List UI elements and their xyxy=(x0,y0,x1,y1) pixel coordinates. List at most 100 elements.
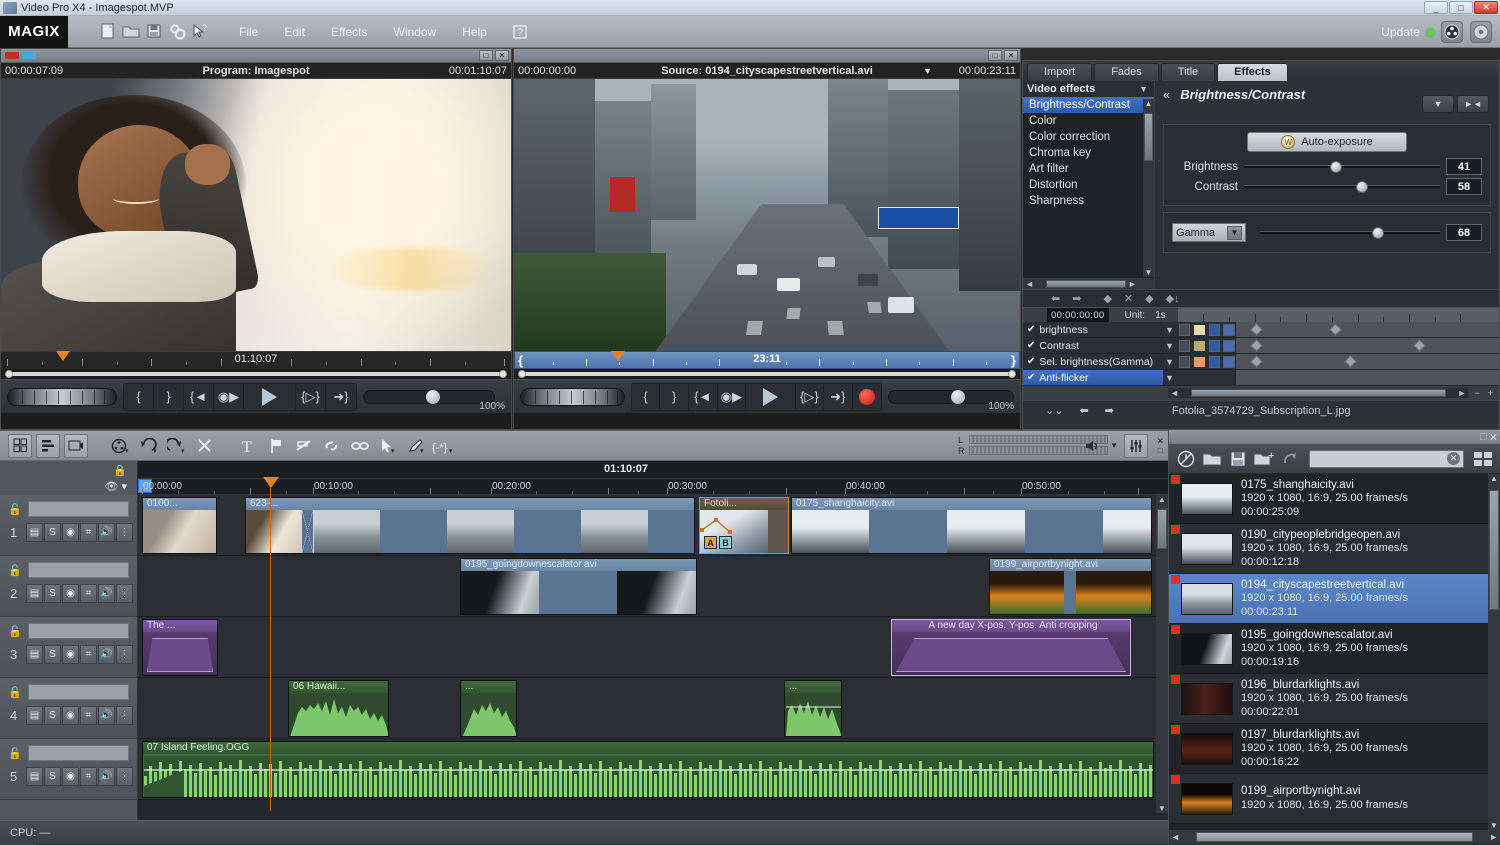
program-loop-button[interactable]: ◉▶ xyxy=(214,384,244,410)
add-keyframe-icon[interactable]: ◆ xyxy=(1103,292,1111,305)
track-header-2[interactable]: 🔓 2 ▤ S ◉ ⌗ 🔊 ⋮ xyxy=(0,556,137,617)
marker-b[interactable]: B xyxy=(719,536,732,549)
speaker-icon[interactable] xyxy=(1080,434,1104,458)
menu-edit[interactable]: Edit xyxy=(281,23,308,41)
source-dropdown-icon[interactable]: ▼ xyxy=(923,66,932,76)
gamma-slider-knob[interactable] xyxy=(1372,227,1384,239)
track-header-1[interactable]: 🔓 1 ▤ S ◉ ⌗ 🔊 ⋮ xyxy=(0,495,137,556)
scroll-right-icon[interactable]: ► xyxy=(1487,832,1500,842)
auto-exposure-button[interactable]: W Auto-exposure xyxy=(1247,132,1407,152)
program-close-button[interactable]: ✕ xyxy=(495,50,509,61)
question-book-icon[interactable]: ? xyxy=(510,22,530,42)
open-folder-icon[interactable] xyxy=(121,22,141,42)
import-icon[interactable] xyxy=(1175,448,1197,470)
save-disk-icon[interactable] xyxy=(144,22,164,42)
chevron-down-icon[interactable]: ▼ xyxy=(1110,441,1118,450)
chevron-double-left-icon[interactable]: « xyxy=(1163,87,1170,102)
keyframe-row-name[interactable]: ✔ Contrast xyxy=(1023,338,1163,353)
storyboard-mode-icon[interactable] xyxy=(8,434,32,458)
timeline-clip[interactable]: 06 Hawaii... xyxy=(288,680,389,737)
effects-list-header[interactable]: Video effects ▼ xyxy=(1023,81,1154,97)
fx-level-icon[interactable]: ⌗ xyxy=(80,767,97,786)
program-scrub-bar[interactable] xyxy=(1,369,511,379)
chevron-down-icon[interactable]: ▼ xyxy=(1163,325,1176,335)
source-scrub-bar[interactable] xyxy=(514,369,1020,379)
source-zoom-level[interactable]: 100% xyxy=(988,401,1014,412)
program-play-button[interactable] xyxy=(244,384,296,410)
effect-item-distortion[interactable]: Distortion xyxy=(1023,177,1154,193)
timeline-clip[interactable]: 0195_goingdownescalator.avi xyxy=(460,558,697,615)
keyframe-curve-icon[interactable] xyxy=(1223,356,1235,368)
next-keyframe-icon[interactable]: ➡ xyxy=(1072,292,1081,305)
checkbox-checked-icon[interactable]: ✔ xyxy=(1027,356,1035,367)
checkbox-checked-icon[interactable]: ✔ xyxy=(1027,340,1035,351)
new-folder-icon[interactable]: + xyxy=(1253,448,1275,470)
scroll-right-icon[interactable]: ► xyxy=(1456,388,1469,398)
gamma-value[interactable]: 68 xyxy=(1446,224,1482,241)
timeline-track-2[interactable]: 0195_goingdownescalator.avi 0199_airport… xyxy=(138,556,1168,617)
fx-level-icon[interactable]: ⌗ xyxy=(80,584,97,603)
track-name-input[interactable] xyxy=(28,684,129,700)
brightness-value[interactable]: 41 xyxy=(1446,158,1482,175)
mute-icon[interactable]: ▤ xyxy=(26,706,43,725)
eye-icon[interactable]: ◉ xyxy=(62,523,79,542)
track-name-input[interactable] xyxy=(28,501,129,517)
media-pool-vscroll-thumb[interactable] xyxy=(1489,490,1499,610)
eye-icon[interactable]: ◉ xyxy=(62,645,79,664)
mute-icon[interactable]: ▤ xyxy=(26,523,43,542)
scroll-up-icon[interactable]: ▲ xyxy=(1156,495,1168,504)
contrast-slider-knob[interactable] xyxy=(1356,181,1368,193)
fx-level-icon[interactable]: ⌗ xyxy=(80,523,97,542)
keyframe-curve-icon[interactable] xyxy=(1223,340,1235,352)
keyframe-row-name[interactable]: ✔ Sel. brightness(Gamma) xyxy=(1023,354,1163,369)
keyframe-hscrollbar[interactable]: ◄ ► xyxy=(1168,388,1468,398)
scroll-down-icon[interactable]: ▼ xyxy=(1488,821,1500,830)
timeline-clip[interactable]: 0199_airportbynight.avi xyxy=(989,558,1152,615)
scroll-left-icon[interactable]: ◄ xyxy=(1168,388,1181,398)
program-jog-wheel[interactable] xyxy=(7,388,117,406)
audio-level-icon[interactable]: ⋮ xyxy=(116,645,133,664)
program-in-point-button[interactable]: { xyxy=(124,384,154,410)
checkbox-checked-icon[interactable]: ✔ xyxy=(1027,372,1035,383)
chevron-down-icon[interactable]: ▼ xyxy=(1163,373,1176,383)
timeline-playhead[interactable] xyxy=(263,477,279,488)
source-out-brace[interactable]: } xyxy=(1011,353,1016,368)
new-document-icon[interactable] xyxy=(98,22,118,42)
source-in-point-button[interactable]: { xyxy=(632,384,661,410)
speaker-icon[interactable]: 🔊 xyxy=(98,645,115,664)
arrow-left-icon[interactable]: ⬅ xyxy=(1079,404,1088,417)
list-item[interactable]: 0197_blurdarklights.avi 1920 x 1080, 16:… xyxy=(1169,724,1488,774)
program-video-view[interactable] xyxy=(1,79,511,351)
audio-level-icon[interactable]: ⋮ xyxy=(116,584,133,603)
source-record-button[interactable] xyxy=(853,384,882,410)
keyframe-color-swatch[interactable] xyxy=(1193,356,1205,368)
effects-list-hscrollbar[interactable]: ◄ ► xyxy=(1023,278,1154,289)
mute-icon[interactable]: ▤ xyxy=(26,767,43,786)
keyframe-lane[interactable] xyxy=(1235,338,1499,353)
source-volume-knob[interactable] xyxy=(951,390,965,404)
effect-item-art-filter[interactable]: Art filter xyxy=(1023,161,1154,177)
edit-tool-icon[interactable]: ▾ xyxy=(404,434,428,458)
disc-burn-icon[interactable] xyxy=(1470,21,1492,43)
keyframe-box-icon[interactable] xyxy=(1179,340,1191,352)
track-lock-icon[interactable]: 🔓 xyxy=(8,564,22,577)
keyframe-row-name[interactable]: ✔ brightness xyxy=(1023,322,1163,337)
chevron-down-icon[interactable]: ▼ xyxy=(1163,357,1176,367)
keyframe-zoom-out-icon[interactable]: − xyxy=(1472,388,1481,398)
fx-level-icon[interactable]: ⌗ xyxy=(80,645,97,664)
maximize-button[interactable]: □ xyxy=(1449,1,1473,14)
program-next-marker-button[interactable]: {▷} xyxy=(296,384,326,410)
close-button[interactable]: ✕ xyxy=(1474,1,1498,14)
audio-level-icon[interactable]: ⋮ xyxy=(116,767,133,786)
timeline-track-5[interactable]: 07 Island Feeling.OGG xyxy=(138,739,1168,800)
grid-view-icon[interactable] xyxy=(1472,450,1494,468)
mixer-icon[interactable] xyxy=(1124,434,1148,458)
media-pool-vscrollbar[interactable]: ▲ ▼ xyxy=(1488,474,1500,830)
keyframe-eye-icon[interactable] xyxy=(1209,356,1221,368)
timeline-clip[interactable]: The ... xyxy=(142,619,218,676)
source-loop-button[interactable]: ◉▶ xyxy=(718,384,747,410)
list-item[interactable]: 0194_cityscapestreetvertical.avi 1920 x … xyxy=(1169,574,1488,624)
timeline-clip[interactable]: 0175_shanghaicity.avi xyxy=(791,497,1152,554)
keyframe-lane[interactable] xyxy=(1235,370,1499,385)
program-zoom-level[interactable]: 100% xyxy=(479,401,505,412)
